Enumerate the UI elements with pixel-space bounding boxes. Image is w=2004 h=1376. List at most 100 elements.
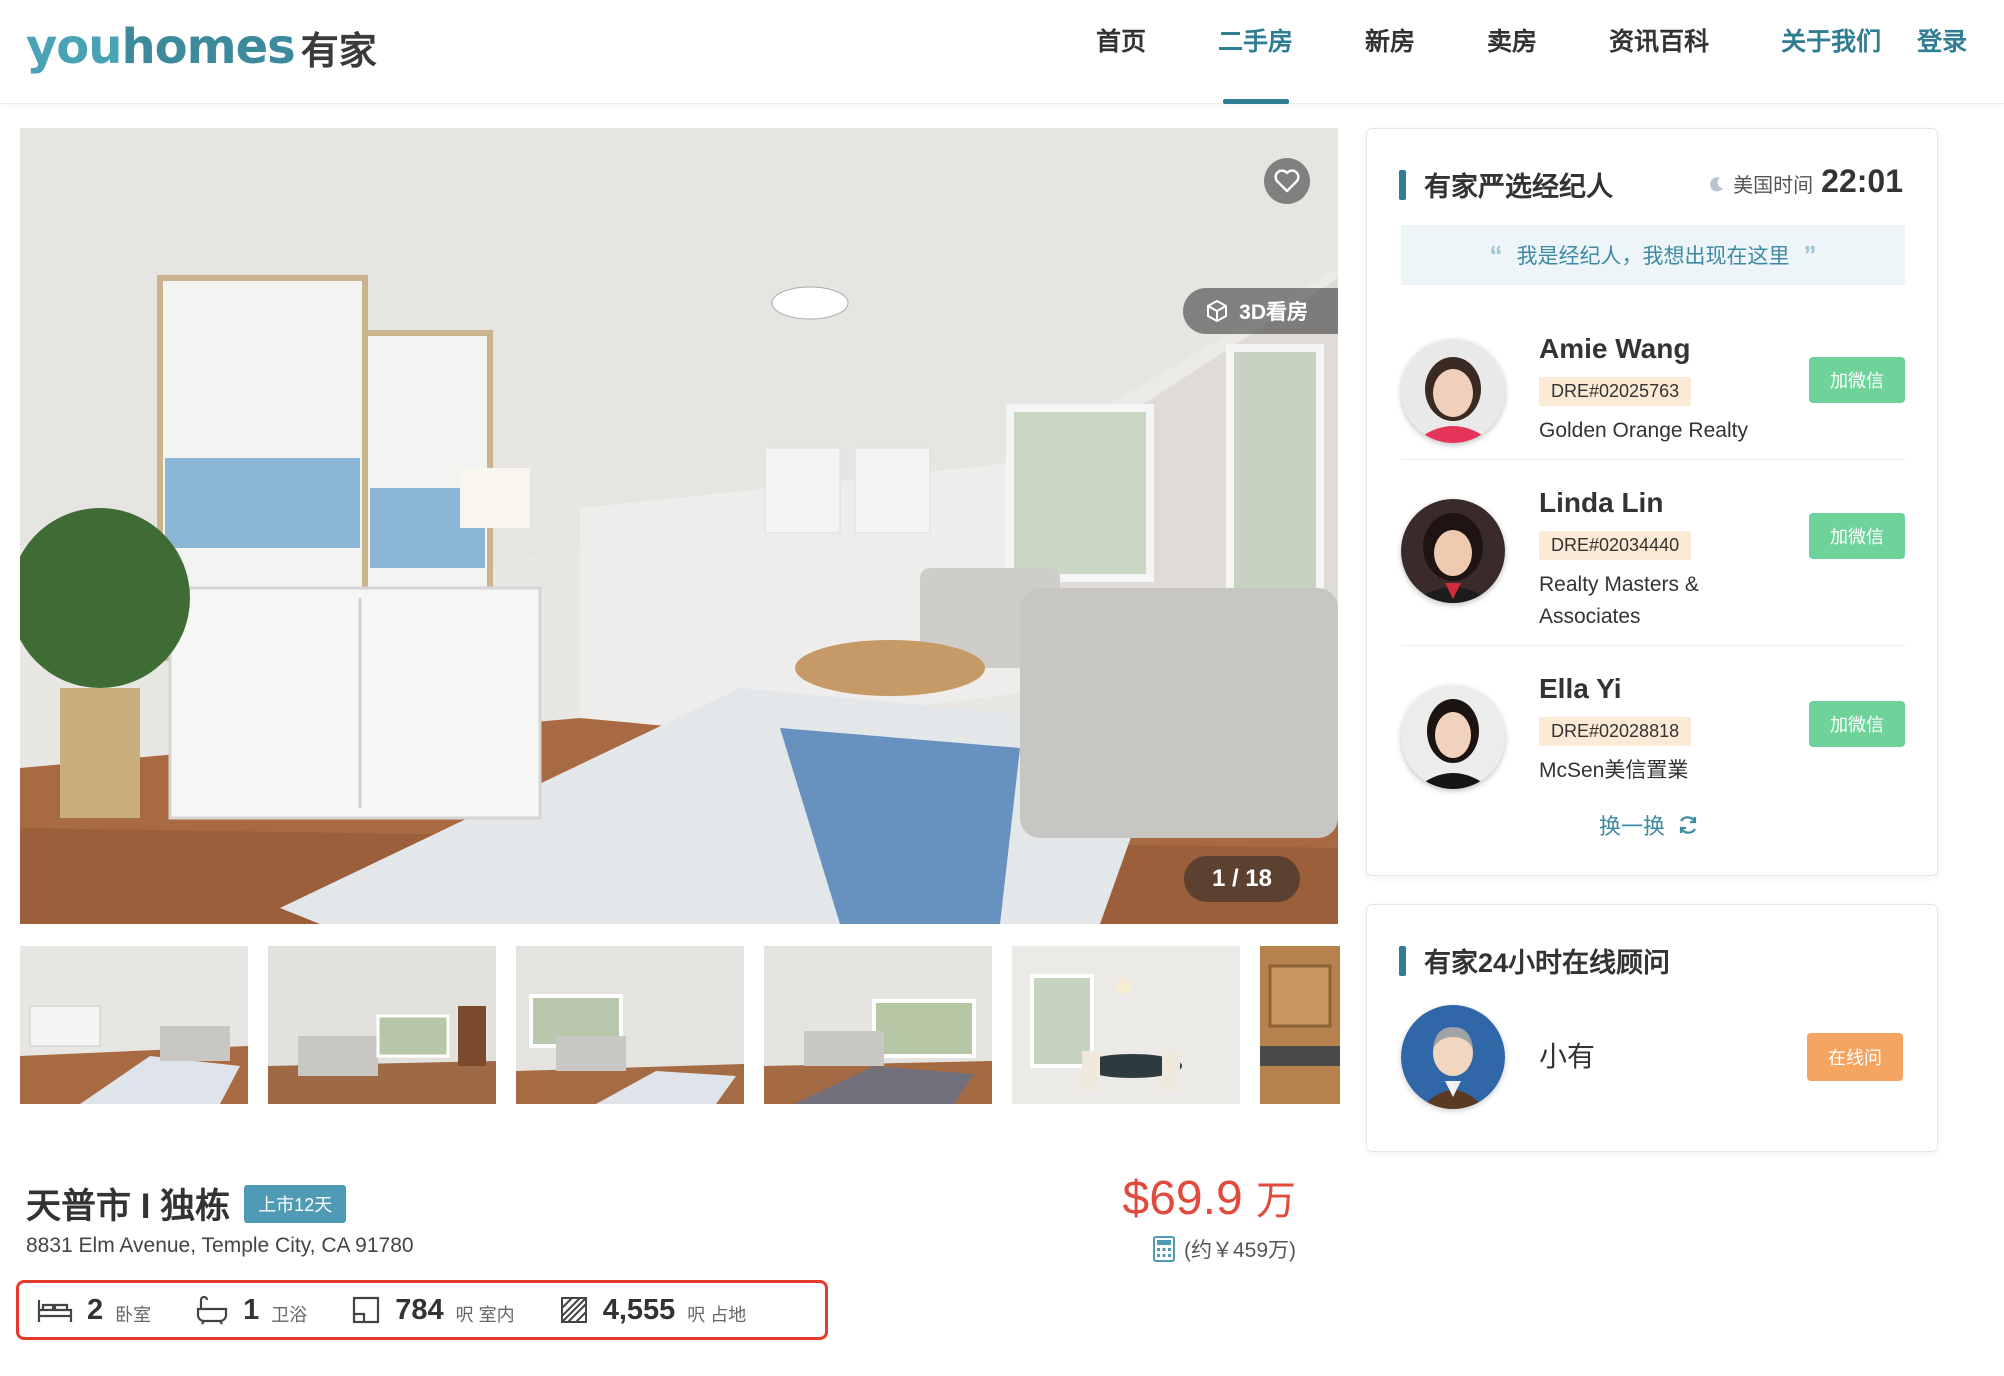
price-rmb-row[interactable]: (约￥459万) — [1110, 1234, 1296, 1264]
agents-card: 有家严选经纪人 美国时间 22:01 “ 我是经纪人，我想出现在这里 ” Ami… — [1366, 128, 1938, 876]
agents-card-title: 有家严选经纪人 — [1424, 172, 1613, 202]
thumbnail[interactable] — [1260, 946, 1340, 1104]
accent-bar — [1399, 169, 1406, 200]
agents-card-header: 有家严选经纪人 — [1399, 165, 1613, 204]
photo-counter: 1 / 18 — [1183, 856, 1300, 902]
avatar[interactable] — [1401, 339, 1505, 443]
agent-company: Realty Masters & Associates — [1539, 573, 1699, 628]
agent-name[interactable]: Ella Yi — [1539, 673, 1622, 705]
3d-tour-button[interactable]: 3D看房 — [1183, 288, 1338, 334]
property-stats-highlight: 2 卧室 1 卫浴 784 呎 室内 4,555 呎 占地 — [16, 1280, 828, 1340]
agent-recruit-text: 我是经纪人，我想出现在这里 — [1516, 245, 1790, 268]
agent-name[interactable]: Linda Lin — [1539, 487, 1663, 519]
agent-item: Amie Wang DRE#02025763 Golden Orange Rea… — [1401, 327, 1905, 467]
interior-label: 呎 室内 — [455, 1305, 515, 1325]
agent-company: Golden Orange Realty — [1539, 419, 1748, 442]
thumbnail-image — [764, 946, 992, 1104]
nav-item-sell[interactable]: 卖房 — [1451, 0, 1573, 104]
avatar[interactable] — [1401, 499, 1505, 603]
floorplan-icon — [353, 1296, 380, 1324]
calculator-icon — [1152, 1236, 1175, 1262]
3d-tour-label: 3D看房 — [1239, 301, 1308, 324]
add-wechat-button[interactable]: 加微信 — [1809, 701, 1905, 747]
thumbnail-image — [516, 946, 744, 1104]
ask-online-button[interactable]: 在线问 — [1807, 1033, 1903, 1081]
agent-name[interactable]: Amie Wang — [1539, 333, 1690, 365]
nav-item-home[interactable]: 首页 — [1060, 0, 1182, 104]
agent-recruit-banner[interactable]: “ 我是经纪人，我想出现在这里 ” — [1401, 225, 1905, 285]
listing-title: 天普市 I 独栋 — [26, 1187, 231, 1226]
add-wechat-button[interactable]: 加微信 — [1809, 513, 1905, 559]
stat-baths: 1 卫浴 — [195, 1293, 307, 1327]
agent-license: DRE#02034440 — [1539, 531, 1692, 560]
advisor-card-title: 有家24小时在线顾问 — [1424, 948, 1671, 978]
thumbnail-image — [1260, 946, 1340, 1104]
agent-company: McSen美信置業 — [1539, 759, 1689, 782]
baths-label: 卫浴 — [271, 1305, 308, 1325]
thumbnail[interactable] — [764, 946, 992, 1104]
us-time-value: 22:01 — [1821, 163, 1903, 199]
agent-license: DRE#02025763 — [1539, 377, 1692, 406]
nav-item-new-homes[interactable]: 新房 — [1329, 0, 1451, 104]
lot-label: 呎 占地 — [687, 1305, 747, 1325]
price-amount: $69.9 — [1122, 1172, 1243, 1225]
favorite-button[interactable] — [1264, 158, 1310, 204]
main-listing-photo[interactable]: 3D看房 1 / 18 — [20, 128, 1338, 924]
logo-wordmark: youhomes — [26, 19, 296, 75]
close-quote-icon: ” — [1803, 239, 1817, 270]
nav-item-login[interactable]: 登录 — [1899, 0, 2003, 104]
avatar[interactable] — [1401, 685, 1505, 789]
bed-icon — [37, 1300, 73, 1322]
nav-item-about[interactable]: 关于我们 — [1745, 0, 1899, 104]
agent-item: Ella Yi DRE#02028818 McSen美信置業 加微信 — [1401, 669, 1905, 809]
thumbnail-image — [1012, 946, 1240, 1104]
divider — [1401, 459, 1905, 460]
thumbnail[interactable] — [1012, 946, 1240, 1104]
thumbnail-image — [20, 946, 248, 1104]
logo-chinese: 有家 — [300, 30, 377, 73]
agent-photo — [1401, 685, 1505, 789]
advisor-avatar[interactable] — [1401, 1005, 1505, 1109]
refresh-label: 换一换 — [1599, 814, 1666, 839]
beds-label: 卧室 — [115, 1305, 152, 1325]
add-wechat-button[interactable]: 加微信 — [1809, 357, 1905, 403]
us-time-label: 美国时间 — [1733, 175, 1814, 197]
listing-price: $69.9 万 — [1110, 1168, 1296, 1226]
lot-value: 4,555 — [602, 1293, 676, 1326]
site-logo[interactable]: youhomes 有家 — [26, 12, 377, 82]
price-rmb: (约￥459万) — [1183, 1239, 1296, 1262]
thumbnail[interactable] — [516, 946, 744, 1104]
site-header: youhomes 有家 首页 二手房 新房 卖房 资讯百科 关于我们 登录 — [0, 0, 2004, 104]
stat-lot: 4,555 呎 占地 — [559, 1293, 747, 1327]
agent-photo — [1401, 339, 1505, 443]
baths-value: 1 — [243, 1293, 260, 1326]
interior-value: 784 — [395, 1293, 444, 1326]
advisor-name: 小有 — [1539, 1041, 1596, 1072]
beds-value: 2 — [87, 1293, 104, 1326]
advisor-icon — [1401, 1005, 1505, 1109]
thumbnail[interactable] — [20, 946, 248, 1104]
thumbnail-image — [268, 946, 496, 1104]
heart-icon — [1274, 169, 1300, 193]
agent-item: Linda Lin DRE#02034440 Realty Masters & … — [1401, 483, 1905, 643]
agent-license: DRE#02028818 — [1539, 717, 1692, 746]
advisor-card: 有家24小时在线顾问 小有 在线问 — [1366, 904, 1938, 1152]
divider — [1401, 645, 1905, 646]
price-unit: 万 — [1256, 1179, 1296, 1223]
agent-photo — [1401, 499, 1505, 603]
thumbnail[interactable] — [268, 946, 496, 1104]
living-room-photo — [20, 128, 1338, 924]
listing-title-row: 天普市 I 独栋 上市12天 — [26, 1178, 347, 1229]
refresh-agents-button[interactable]: 换一换 — [1599, 809, 1699, 841]
listing-address: 8831 Elm Avenue, Temple City, CA 91780 — [26, 1234, 414, 1257]
cube-icon — [1207, 299, 1228, 323]
days-on-market-badge: 上市12天 — [244, 1184, 347, 1223]
nav-item-news[interactable]: 资讯百科 — [1573, 0, 1745, 104]
thumbnail-strip — [20, 946, 1340, 1104]
bathtub-icon — [197, 1295, 228, 1325]
lot-icon — [560, 1297, 587, 1323]
stat-interior: 784 呎 室内 — [351, 1293, 515, 1327]
nav-item-resale[interactable]: 二手房 — [1182, 0, 1329, 104]
stat-beds: 2 卧室 — [37, 1293, 151, 1327]
refresh-icon — [1679, 816, 1697, 834]
